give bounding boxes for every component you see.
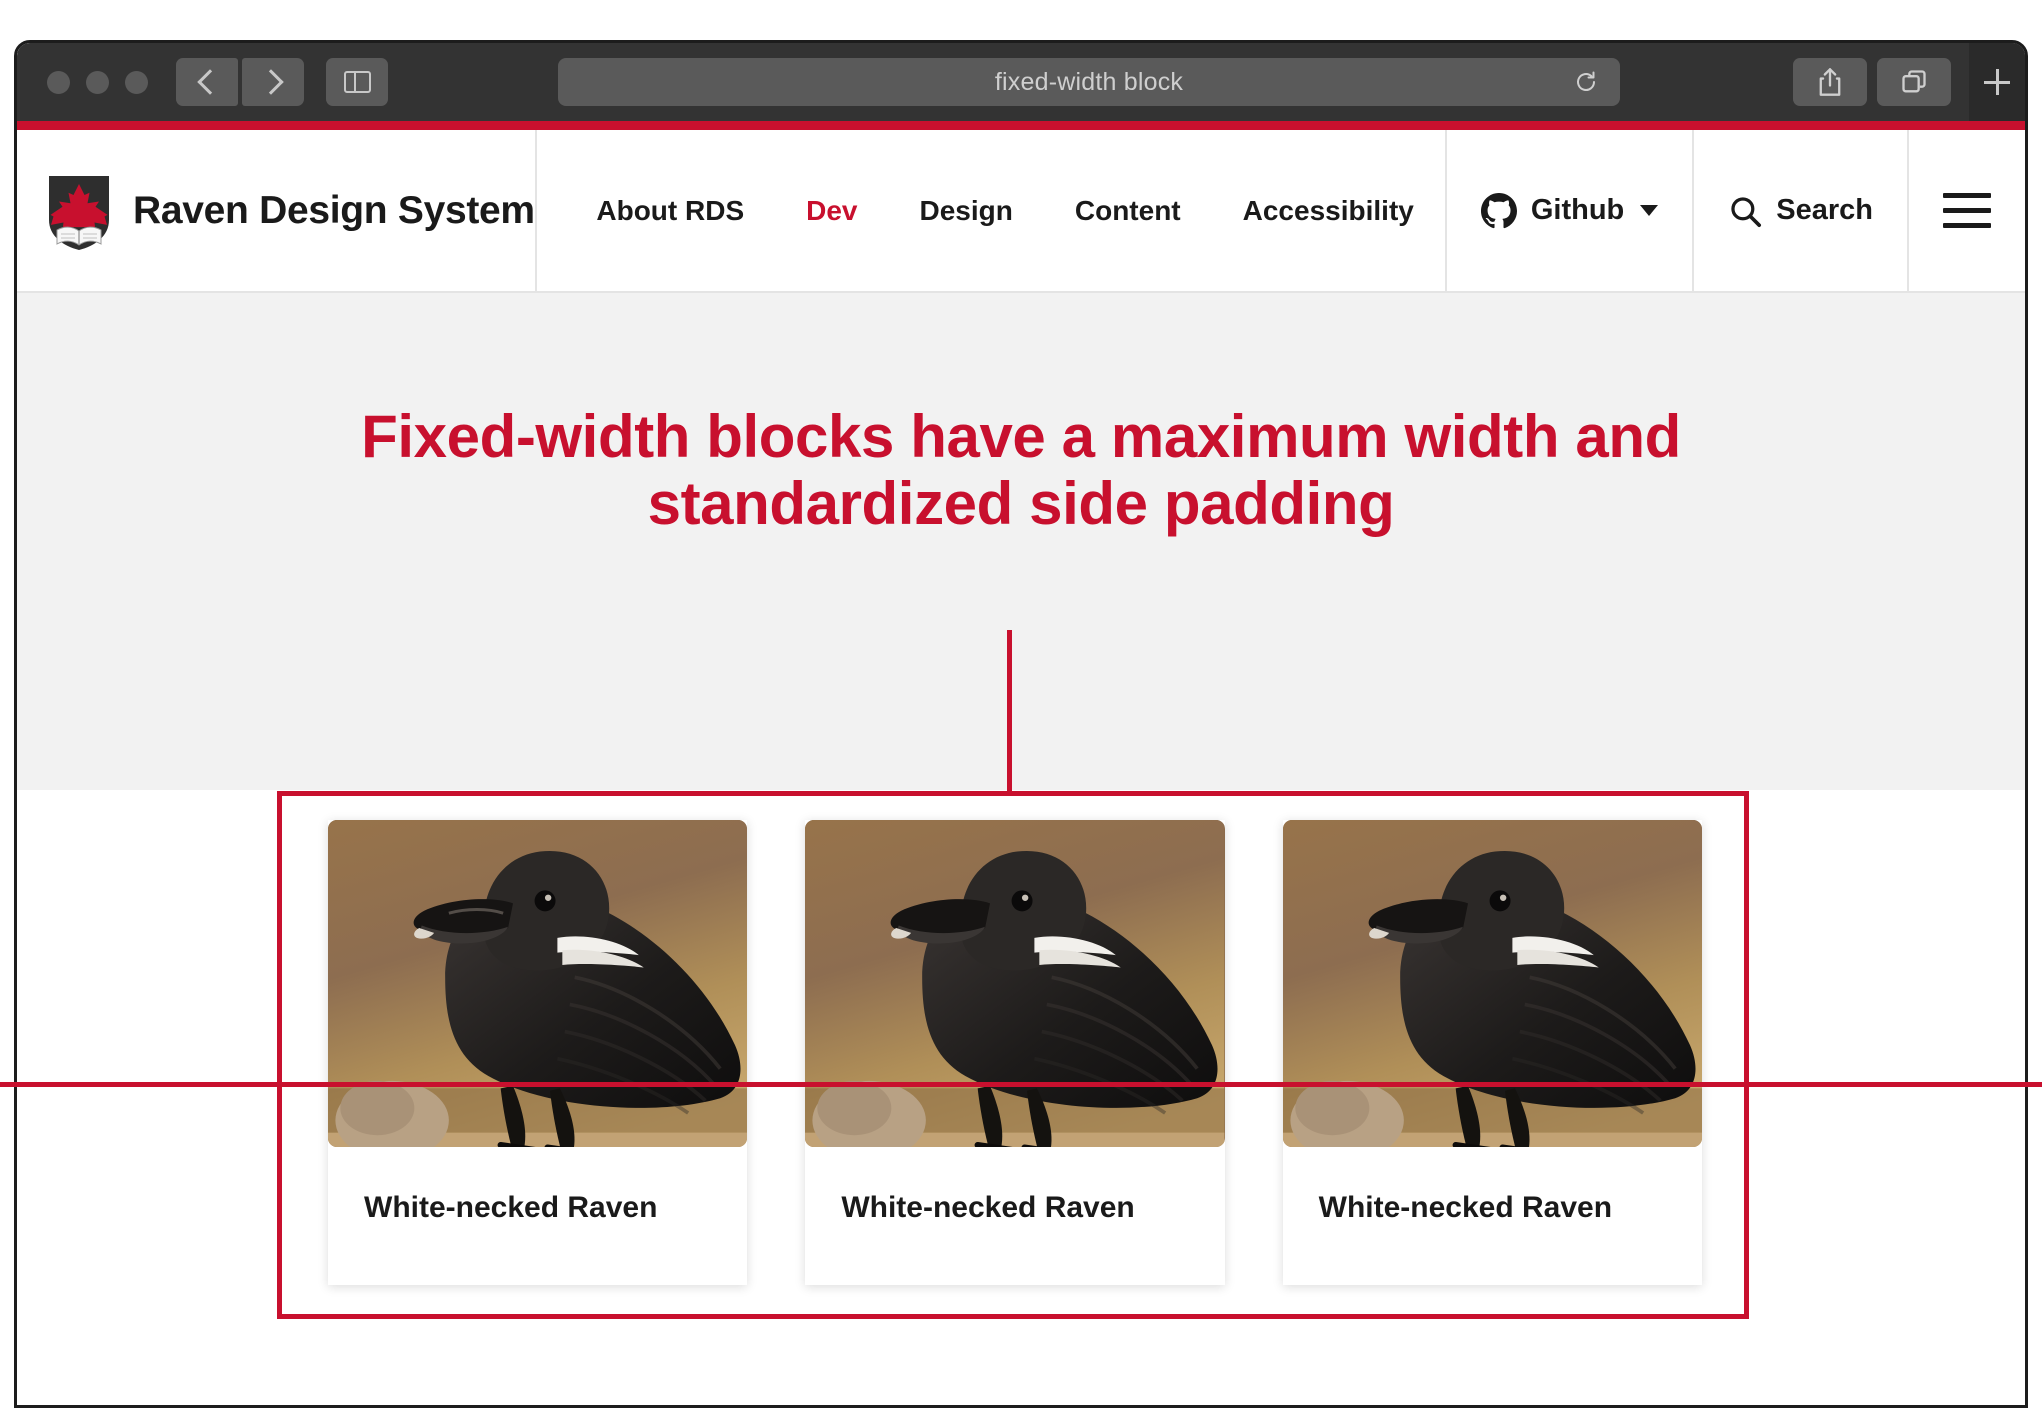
card[interactable]: White-necked Raven — [1282, 820, 1702, 1285]
menu-button[interactable] — [1907, 130, 2025, 291]
plus-icon — [1984, 69, 2010, 95]
github-label: Github — [1530, 194, 1625, 226]
screenshot-root: fixed-width block Raven Design System Ab… — [0, 0, 2042, 1420]
chevron-right-icon — [257, 69, 284, 95]
minimize-window-button[interactable] — [86, 70, 109, 94]
card-title: White-necked Raven — [1318, 1191, 1613, 1224]
brand-home-link[interactable]: Raven Design System — [17, 130, 538, 291]
raven-photo — [328, 820, 748, 1147]
chevron-left-icon — [196, 69, 223, 95]
fixed-width-block-leader-line — [1007, 630, 1012, 794]
chevron-down-icon — [1640, 205, 1659, 216]
back-button[interactable] — [176, 58, 238, 106]
primary-navigation: About RDS Dev Design Content Accessibili… — [537, 130, 1444, 291]
navigation-buttons — [176, 58, 304, 106]
browser-window: fixed-width block Raven Design System Ab… — [14, 40, 2028, 1408]
address-bar[interactable]: fixed-width block — [558, 58, 1620, 106]
white-necked-raven-illustration — [1282, 820, 1702, 1147]
nav-item-about-rds[interactable]: About RDS — [565, 195, 775, 227]
zoom-window-button[interactable] — [125, 70, 148, 94]
nav-item-dev[interactable]: Dev — [775, 195, 888, 227]
share-button[interactable] — [1793, 58, 1867, 106]
raven-photo — [805, 820, 1225, 1147]
search-icon — [1731, 196, 1762, 227]
hamburger-menu-icon — [1943, 193, 1991, 228]
white-necked-raven-illustration — [328, 820, 748, 1147]
tab-overview-button[interactable] — [1877, 58, 1951, 106]
card-title: White-necked Raven — [364, 1191, 658, 1224]
sidebar-toggle-button[interactable] — [326, 58, 388, 106]
github-dropdown[interactable]: Github — [1444, 130, 1692, 291]
nav-item-design[interactable]: Design — [889, 195, 1044, 227]
forward-button[interactable] — [242, 58, 304, 106]
site-header: Raven Design System About RDS Dev Design… — [17, 130, 2025, 293]
card-title: White-necked Raven — [841, 1191, 1135, 1224]
card[interactable]: White-necked Raven — [328, 820, 748, 1285]
search-button[interactable]: Search — [1692, 130, 1907, 291]
white-necked-raven-illustration — [805, 820, 1225, 1147]
card[interactable]: White-necked Raven — [805, 820, 1225, 1285]
search-label: Search — [1776, 194, 1873, 226]
page-title: Fixed-width blocks have a maximum width … — [356, 403, 1686, 537]
toolbar-right-controls — [1793, 43, 2025, 121]
full-bleed-reference-line — [0, 1082, 2042, 1087]
reload-icon[interactable] — [1574, 70, 1598, 94]
brand-title: Raven Design System — [133, 188, 535, 232]
fixed-width-block: White-necked Raven White-necked Raven Wh… — [17, 790, 2025, 1310]
share-icon — [1819, 68, 1841, 96]
hero-section: Fixed-width blocks have a maximum width … — [17, 293, 2025, 790]
raven-photo — [1282, 820, 1702, 1147]
brand-accent-bar — [17, 121, 2025, 130]
carleton-shield-logo — [49, 175, 109, 250]
address-bar-value: fixed-width block — [994, 67, 1184, 96]
close-window-button[interactable] — [47, 70, 70, 94]
new-tab-button[interactable] — [1969, 43, 2025, 121]
nav-item-content[interactable]: Content — [1044, 195, 1212, 227]
window-traffic-lights[interactable] — [47, 70, 148, 94]
github-icon — [1480, 192, 1517, 228]
card-grid: White-necked Raven White-necked Raven Wh… — [281, 790, 1749, 1285]
nav-item-accessibility[interactable]: Accessibility — [1212, 195, 1445, 227]
sidebar-toggle-icon — [343, 71, 371, 93]
browser-toolbar: fixed-width block — [17, 43, 2025, 121]
page-title-line-1: Fixed-width blocks have a maximum width — [361, 403, 1560, 470]
tab-overview-icon — [1902, 70, 1926, 93]
